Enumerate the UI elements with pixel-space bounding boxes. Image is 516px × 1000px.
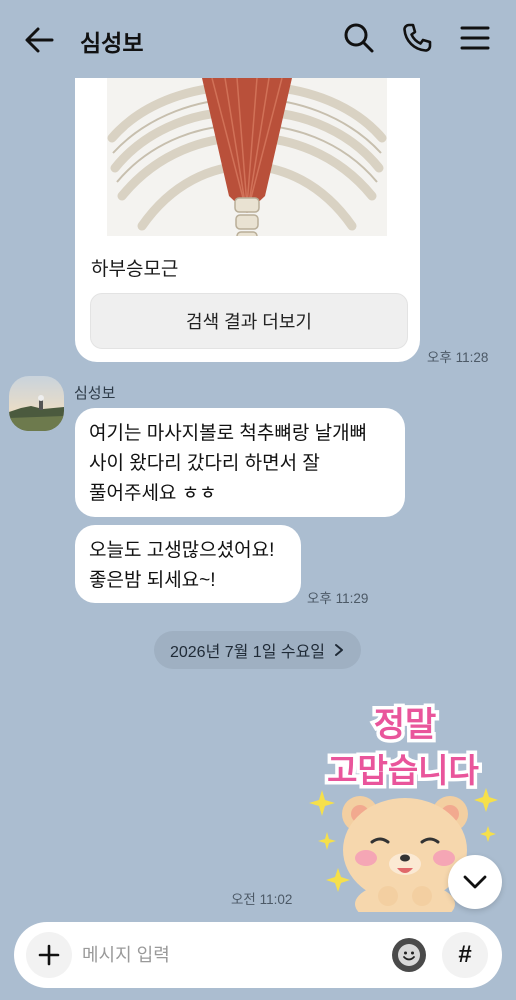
chevron-down-icon: [463, 875, 487, 889]
search-button[interactable]: [342, 21, 376, 55]
chat-title: 심성보: [80, 30, 144, 56]
chevron-right-icon: [335, 644, 344, 656]
message-time: 오후 11:28: [427, 350, 489, 365]
date-divider[interactable]: 2026년 7월 1일 수요일: [154, 631, 361, 669]
phone-icon: [403, 23, 432, 52]
anatomy-image: [107, 78, 387, 236]
sender-name: 심성보: [74, 385, 116, 402]
search-icon: [344, 23, 374, 53]
more-results-button[interactable]: 검색 결과 더보기: [90, 293, 408, 349]
sticker-text-line2: 고맙습니다: [327, 751, 479, 790]
attach-button[interactable]: [26, 932, 72, 978]
menu-button[interactable]: [458, 21, 492, 55]
hamburger-menu-icon: [460, 26, 490, 50]
sender-avatar[interactable]: [9, 376, 64, 431]
message-input[interactable]: [82, 940, 382, 970]
date-label: 2026년 7월 1일 수요일: [169, 644, 326, 661]
message-bubble[interactable]: 오늘도 고생많으셨어요! 좋은밤 되세요~!: [75, 525, 301, 603]
emoji-button[interactable]: [392, 938, 426, 972]
chat-header: 심성보: [0, 0, 516, 78]
hashtag-button[interactable]: #: [442, 932, 488, 978]
message-time: 오전 11:02: [231, 892, 293, 907]
message-time: 오후 11:29: [307, 591, 369, 606]
message-bubble[interactable]: 여기는 마사지볼로 척추뼈랑 날개뼈 사이 왔다리 갔다리 하면서 잘 풀어주세…: [75, 408, 405, 517]
message-input-bar: #: [14, 922, 502, 988]
emoji-icon: [398, 944, 420, 966]
search-result-card[interactable]: 하부승모근 검색 결과 더보기: [75, 78, 420, 362]
scroll-down-button[interactable]: [448, 855, 502, 909]
sticker-text-line1: 정말: [374, 705, 437, 745]
arrow-left-icon: [25, 27, 54, 53]
back-button[interactable]: [22, 22, 58, 58]
call-button[interactable]: [400, 21, 434, 55]
search-result-title: 하부승모근: [91, 259, 179, 280]
plus-icon: [38, 944, 60, 966]
